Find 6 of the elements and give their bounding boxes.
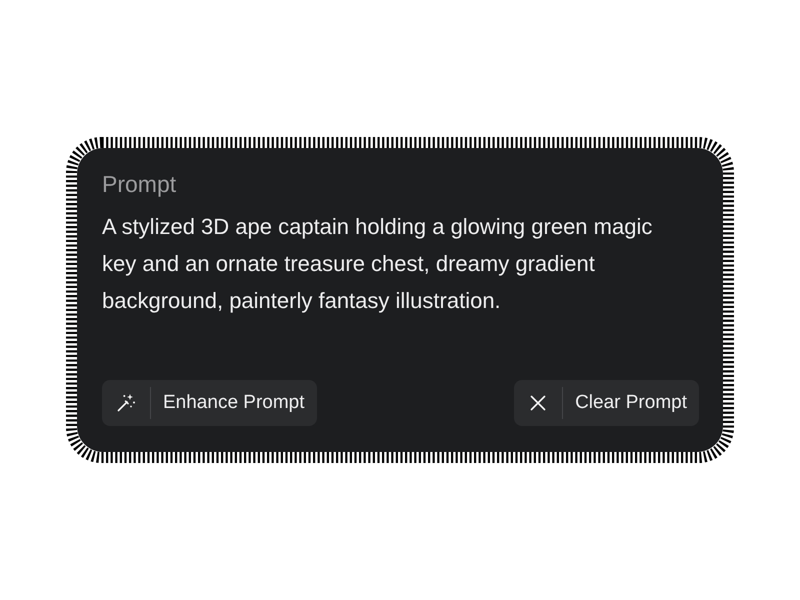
magic-wand-icon xyxy=(116,393,136,413)
enhance-prompt-button[interactable]: Enhance Prompt xyxy=(102,380,317,426)
close-icon xyxy=(530,395,546,411)
clear-prompt-button[interactable]: Clear Prompt xyxy=(514,380,699,426)
prompt-label: Prompt xyxy=(102,170,178,198)
prompt-text: A stylized 3D ape captain holding a glowing green magic key and an ornate treasure chest, dreamy gradient background, painterly fantasy illustration. xyxy=(102,213,654,315)
